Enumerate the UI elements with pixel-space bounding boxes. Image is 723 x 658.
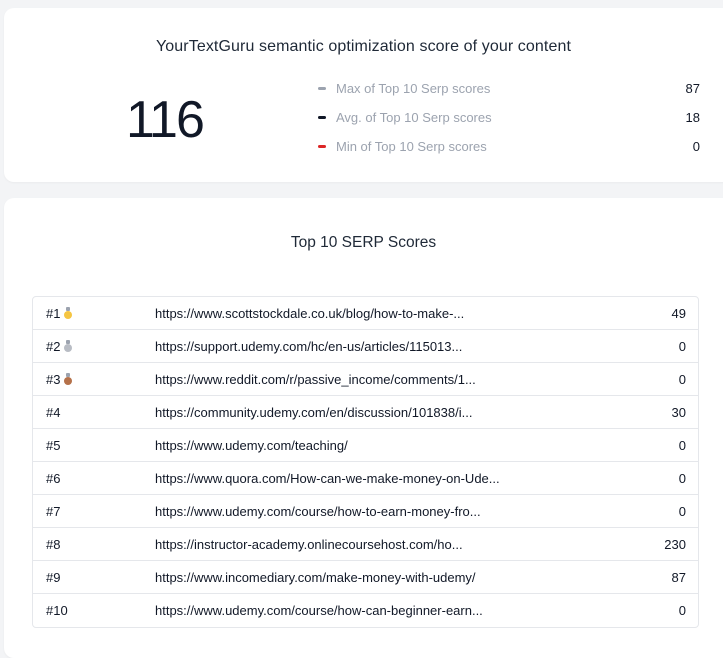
rank-cell: #3 <box>33 372 143 387</box>
serp-url-link[interactable]: https://www.udemy.com/teaching/ <box>155 438 348 453</box>
serp-url-link[interactable]: https://community.udemy.com/en/discussio… <box>155 405 472 420</box>
rank-cell: #4 <box>33 405 143 420</box>
serp-url-link[interactable]: https://www.quora.com/How-can-we-make-mo… <box>155 471 500 486</box>
rank-label: #4 <box>46 404 61 420</box>
serp-score: 0 <box>678 503 686 519</box>
rank-label: #2 <box>46 338 61 354</box>
stat-min-label: Min of Top 10 Serp scores <box>336 138 487 154</box>
stat-min: Min of Top 10 Serp scores 0 <box>318 136 700 156</box>
rank-cell: #2 <box>33 339 143 354</box>
rank-cell: #1 <box>33 306 143 321</box>
min-legend-dash <box>318 144 326 148</box>
rank-label: #3 <box>46 371 61 387</box>
silver-medal-icon <box>64 340 73 352</box>
table-row: #7 https://www.udemy.com/course/how-to-ea… <box>33 495 698 528</box>
rank-label: #6 <box>46 470 61 486</box>
serp-score: 0 <box>678 470 686 486</box>
table-row: #8 https://instructor-academy.onlinecours… <box>33 528 698 561</box>
serp-score: 0 <box>678 371 686 387</box>
rank-label: #10 <box>46 603 68 618</box>
avg-legend-dash <box>318 115 326 119</box>
url-cell: https://support.udemy.com/hc/en-us/artic… <box>143 339 638 354</box>
serp-title: Top 10 SERP Scores <box>290 234 437 251</box>
rank-label: #5 <box>46 437 61 453</box>
rank-cell: #10 <box>33 603 143 618</box>
serp-score: 0 <box>678 437 686 453</box>
serp-url-link[interactable]: https://www.incomediary.com/make-money-w… <box>155 570 476 585</box>
serp-card: Top 10 SERP Scores #1 https://www.scottst… <box>4 198 723 658</box>
stat-max-value: 87 <box>685 80 700 96</box>
rank-label: #7 <box>46 503 61 519</box>
serp-url-link[interactable]: https://www.udemy.com/course/how-to-earn… <box>155 504 481 519</box>
stat-max-label: Max of Top 10 Serp scores <box>336 80 491 96</box>
rank-cell: #5 <box>33 438 143 453</box>
max-legend-dash <box>318 86 326 90</box>
serp-url-link[interactable]: https://www.udemy.com/course/how-can-beg… <box>155 603 483 618</box>
serp-score: 0 <box>678 603 686 618</box>
stat-avg-value: 18 <box>685 109 700 125</box>
serp-url-link[interactable]: https://www.reddit.com/r/passive_income/… <box>155 372 476 387</box>
url-cell: https://www.incomediary.com/make-money-w… <box>143 570 638 585</box>
stat-avg-label: Avg. of Top 10 Serp scores <box>336 109 492 125</box>
rank-label: #1 <box>46 305 61 321</box>
content-score: 116 <box>126 91 205 149</box>
serp-score: 0 <box>678 338 686 354</box>
url-cell: https://www.quora.com/How-can-we-make-mo… <box>143 471 638 486</box>
stat-max: Max of Top 10 Serp scores 87 <box>318 78 700 98</box>
url-cell: https://www.udemy.com/course/how-can-beg… <box>143 603 638 618</box>
rank-cell: #8 <box>33 537 143 552</box>
rank-cell: #9 <box>33 570 143 585</box>
serp-score: 30 <box>671 404 686 420</box>
url-cell: https://www.udemy.com/teaching/ <box>143 438 638 453</box>
url-cell: https://www.udemy.com/course/how-to-earn… <box>143 504 638 519</box>
url-cell: https://www.scottstockdale.co.uk/blog/ho… <box>143 306 638 321</box>
url-cell: https://www.reddit.com/r/passive_income/… <box>143 372 638 387</box>
serp-url-link[interactable]: https://support.udemy.com/hc/en-us/artic… <box>155 339 462 354</box>
table-row: #5 https://www.udemy.com/teaching/0 <box>33 429 698 462</box>
serp-score: 87 <box>671 569 686 585</box>
summary-title: YourTextGuru semantic optimization score… <box>156 38 571 55</box>
stat-avg: Avg. of Top 10 Serp scores 18 <box>318 107 700 127</box>
table-row: #4 https://community.udemy.com/en/discuss… <box>33 396 698 429</box>
rank-label: #9 <box>46 569 61 585</box>
table-row: #9 https://www.incomediary.com/make-money… <box>33 561 698 594</box>
gold-medal-icon <box>64 307 73 319</box>
url-cell: https://instructor-academy.onlinecourseh… <box>143 537 638 552</box>
rank-label: #8 <box>46 536 61 552</box>
table-row: #6 https://www.quora.com/How-can-we-make-… <box>33 462 698 495</box>
url-cell: https://community.udemy.com/en/discussio… <box>143 405 638 420</box>
table-row: #1 https://www.scottstockdale.co.uk/blog/… <box>33 297 698 330</box>
table-row: #10 https://www.udemy.com/course/how-can-… <box>33 594 698 627</box>
rank-cell: #7 <box>33 504 143 519</box>
bronze-medal-icon <box>64 373 73 385</box>
serp-score: 230 <box>664 536 686 552</box>
rank-cell: #6 <box>33 471 143 486</box>
table-row: #2 https://support.udemy.com/hc/en-us/art… <box>33 330 698 363</box>
serp-url-link[interactable]: https://instructor-academy.onlinecourseh… <box>155 537 463 552</box>
table-row: #3 https://www.reddit.com/r/passive_incom… <box>33 363 698 396</box>
stat-min-value: 0 <box>692 138 700 154</box>
summary-card: YourTextGuru semantic optimization score… <box>4 8 723 182</box>
serp-score: 49 <box>671 305 686 321</box>
serp-table: #1 https://www.scottstockdale.co.uk/blog/… <box>32 296 699 628</box>
serp-url-link[interactable]: https://www.scottstockdale.co.uk/blog/ho… <box>155 306 464 321</box>
